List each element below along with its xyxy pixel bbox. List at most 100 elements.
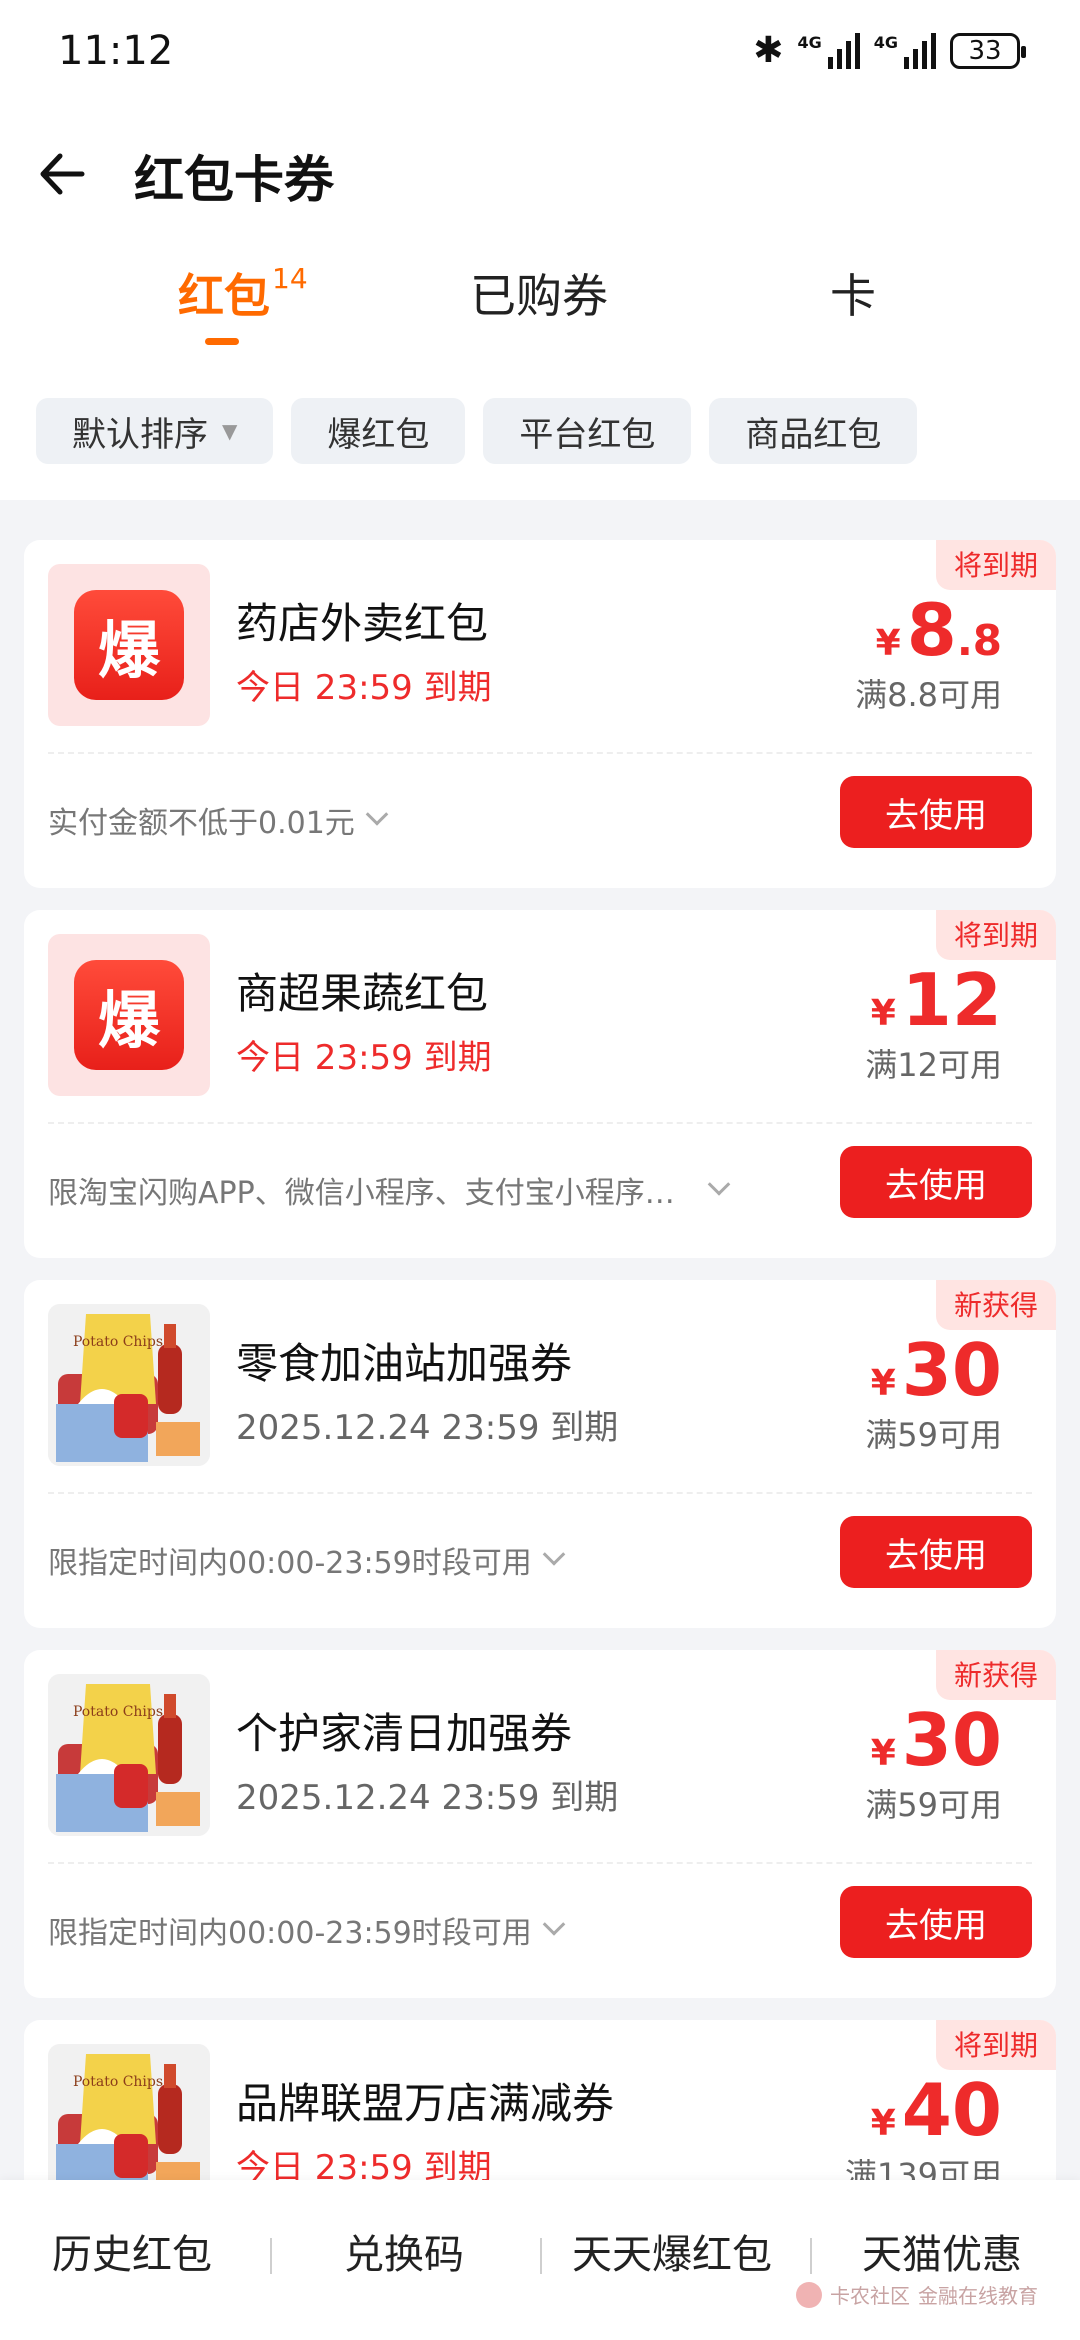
currency-symbol: ¥ — [870, 1733, 896, 1774]
signal-bar — [854, 32, 860, 69]
coupon-amount: 30 — [901, 1698, 1002, 1782]
currency-symbol: ¥ — [870, 993, 896, 1034]
filter-bar: 默认排序 ▼ 爆红包 平台红包 商品红包 — [36, 398, 918, 464]
coupon-amount: 12 — [901, 958, 1002, 1042]
signal-bar — [913, 48, 918, 69]
nav-separator — [270, 2238, 272, 2274]
tab-purchased-coupons[interactable]: 已购券 — [470, 260, 608, 326]
status-icons: ✱ 4G 4G 33 — [753, 30, 1026, 71]
watermark-logo-icon — [796, 2281, 822, 2308]
signal-icon: 4G — [874, 32, 936, 69]
battery-level: 33 — [968, 35, 1002, 66]
divider — [48, 752, 1032, 754]
coupon-amount-decimal: .8 — [956, 616, 1002, 665]
back-arrow-icon[interactable] — [34, 144, 94, 204]
snack-image-icon: Potato Chips — [48, 1304, 210, 1466]
signal-bar — [827, 56, 833, 69]
coupon-amount: 8 — [906, 588, 957, 672]
signal-bar — [845, 40, 851, 69]
caret-down-icon: ▼ — [222, 419, 238, 443]
nav-separator — [540, 2238, 542, 2274]
bluetooth-icon: ✱ — [753, 30, 784, 71]
coupon-thumbnail: 爆 — [48, 934, 210, 1096]
coupon-expire: 今日 23:59 到期 — [236, 1038, 492, 1078]
nav-tmall[interactable]: 天猫优惠 — [862, 2222, 1022, 2280]
bao-logo-icon: 爆 — [74, 960, 184, 1070]
coupon-condition: 满8.8可用 — [855, 676, 1002, 714]
coupon-card: Potato Chips 个护家清日加强券 2025.12.24 23:59 到… — [24, 1650, 1056, 1998]
active-tab-indicator — [205, 338, 239, 345]
status-bar: 11:12 ✱ 4G 4G 33 — [0, 0, 1080, 110]
nav-history[interactable]: 历史红包 — [52, 2222, 212, 2280]
currency-symbol: ¥ — [875, 623, 901, 664]
coupon-condition: 满59可用 — [865, 1786, 1002, 1824]
signal-bar — [836, 48, 842, 69]
signal-bar — [904, 56, 909, 69]
coupon-price: ¥ 40 — [871, 2068, 1002, 2152]
coupon-note[interactable]: 限指定时间内00:00-23:59时段可用 — [48, 1908, 566, 1952]
coupon-card: 爆 商超果蔬红包 今日 23:59 到期 将到期 ¥ 12 满12可用 限淘宝闪… — [24, 910, 1056, 1258]
coupon-card: Potato Chips 零食加油站加强券 2025.12.24 23:59 到… — [24, 1280, 1056, 1628]
thumb-text: Potato Chips — [73, 2074, 163, 2090]
coupon-title: 商超果蔬红包 — [236, 969, 489, 1018]
bottom-nav: 历史红包 兑换码 天天爆红包 天猫优惠 卡农社区 金融在线教育 — [0, 2180, 1080, 2340]
tab-cards[interactable]: 卡 — [830, 260, 876, 326]
coupon-note[interactable]: 限淘宝闪购APP、微信小程序、支付宝小程序… — [48, 1168, 731, 1212]
coupon-title: 个护家清日加强券 — [236, 1709, 573, 1758]
chevron-down-icon — [365, 803, 389, 826]
coupon-note-text: 限指定时间内00:00-23:59时段可用 — [48, 1916, 532, 1951]
status-time: 11:12 — [58, 28, 174, 74]
status-badge: 将到期 — [935, 2020, 1056, 2070]
divider — [48, 1122, 1032, 1124]
use-button[interactable]: 去使用 — [840, 1146, 1032, 1218]
thumb-text: Potato Chips — [73, 1334, 163, 1350]
network-label: 4G — [797, 32, 822, 52]
coupon-price: ¥ 12 — [871, 958, 1002, 1042]
page-title: 红包卡券 — [134, 151, 334, 209]
coupon-thumbnail: Potato Chips — [48, 1674, 210, 1836]
coupon-note-text: 限指定时间内00:00-23:59时段可用 — [48, 1546, 532, 1581]
coupon-amount: 30 — [901, 1328, 1002, 1412]
coupon-amount: 40 — [901, 2068, 1002, 2152]
signal-bar — [931, 32, 936, 69]
filter-platform[interactable]: 平台红包 — [483, 398, 692, 464]
coupon-expire: 今日 23:59 到期 — [236, 668, 492, 708]
watermark-text: 卡农社区 — [830, 2284, 910, 2308]
filter-product[interactable]: 商品红包 — [709, 398, 918, 464]
coupon-condition: 满59可用 — [865, 1416, 1002, 1454]
snack-image-icon: Potato Chips — [48, 1674, 210, 1836]
coupon-note-text: 限淘宝闪购APP、微信小程序、支付宝小程序… — [48, 1176, 675, 1211]
coupon-price: ¥ 30 — [871, 1328, 1002, 1412]
coupon-card: 爆 药店外卖红包 今日 23:59 到期 将到期 ¥ 8 .8 满8.8可用 实… — [24, 540, 1056, 888]
status-badge: 将到期 — [935, 910, 1056, 960]
filter-sort-label: 默认排序 — [72, 414, 208, 455]
coupon-title: 药店外卖红包 — [236, 599, 489, 648]
use-button[interactable]: 去使用 — [840, 1516, 1032, 1588]
nav-separator — [810, 2238, 812, 2274]
filter-explosive[interactable]: 爆红包 — [291, 398, 466, 464]
divider — [48, 1862, 1032, 1864]
page-header: 红包卡券 红包 14 已购券 卡 默认排序 ▼ 爆红包 平台红包 商品红包 — [0, 110, 1080, 500]
coupon-note-text: 实付金额不低于0.01元 — [48, 806, 355, 841]
nav-redeem-code[interactable]: 兑换码 — [344, 2222, 464, 2280]
coupon-thumbnail: 爆 — [48, 564, 210, 726]
status-badge: 将到期 — [935, 540, 1056, 590]
use-button[interactable]: 去使用 — [840, 776, 1032, 848]
signal-icon: 4G — [797, 32, 860, 69]
coupon-expire: 2025.12.24 23:59 到期 — [236, 1408, 619, 1448]
currency-symbol: ¥ — [870, 1363, 896, 1404]
coupon-note[interactable]: 实付金额不低于0.01元 — [48, 798, 389, 842]
currency-symbol: ¥ — [870, 2103, 896, 2144]
use-button[interactable]: 去使用 — [840, 1886, 1032, 1958]
signal-bar — [922, 40, 927, 69]
watermark: 卡农社区 金融在线教育 — [796, 2280, 1038, 2309]
chevron-down-icon — [542, 1913, 566, 1936]
status-badge: 新获得 — [935, 1280, 1056, 1330]
coupon-note[interactable]: 限指定时间内00:00-23:59时段可用 — [48, 1538, 566, 1582]
battery-icon: 33 — [950, 32, 1026, 69]
nav-daily-bao[interactable]: 天天爆红包 — [572, 2222, 772, 2280]
thumb-text: Potato Chips — [73, 1704, 163, 1720]
watermark-subtext: 金融在线教育 — [918, 2284, 1038, 2308]
tab-hongbao[interactable]: 红包 — [178, 260, 270, 326]
filter-sort[interactable]: 默认排序 ▼ — [36, 398, 274, 464]
